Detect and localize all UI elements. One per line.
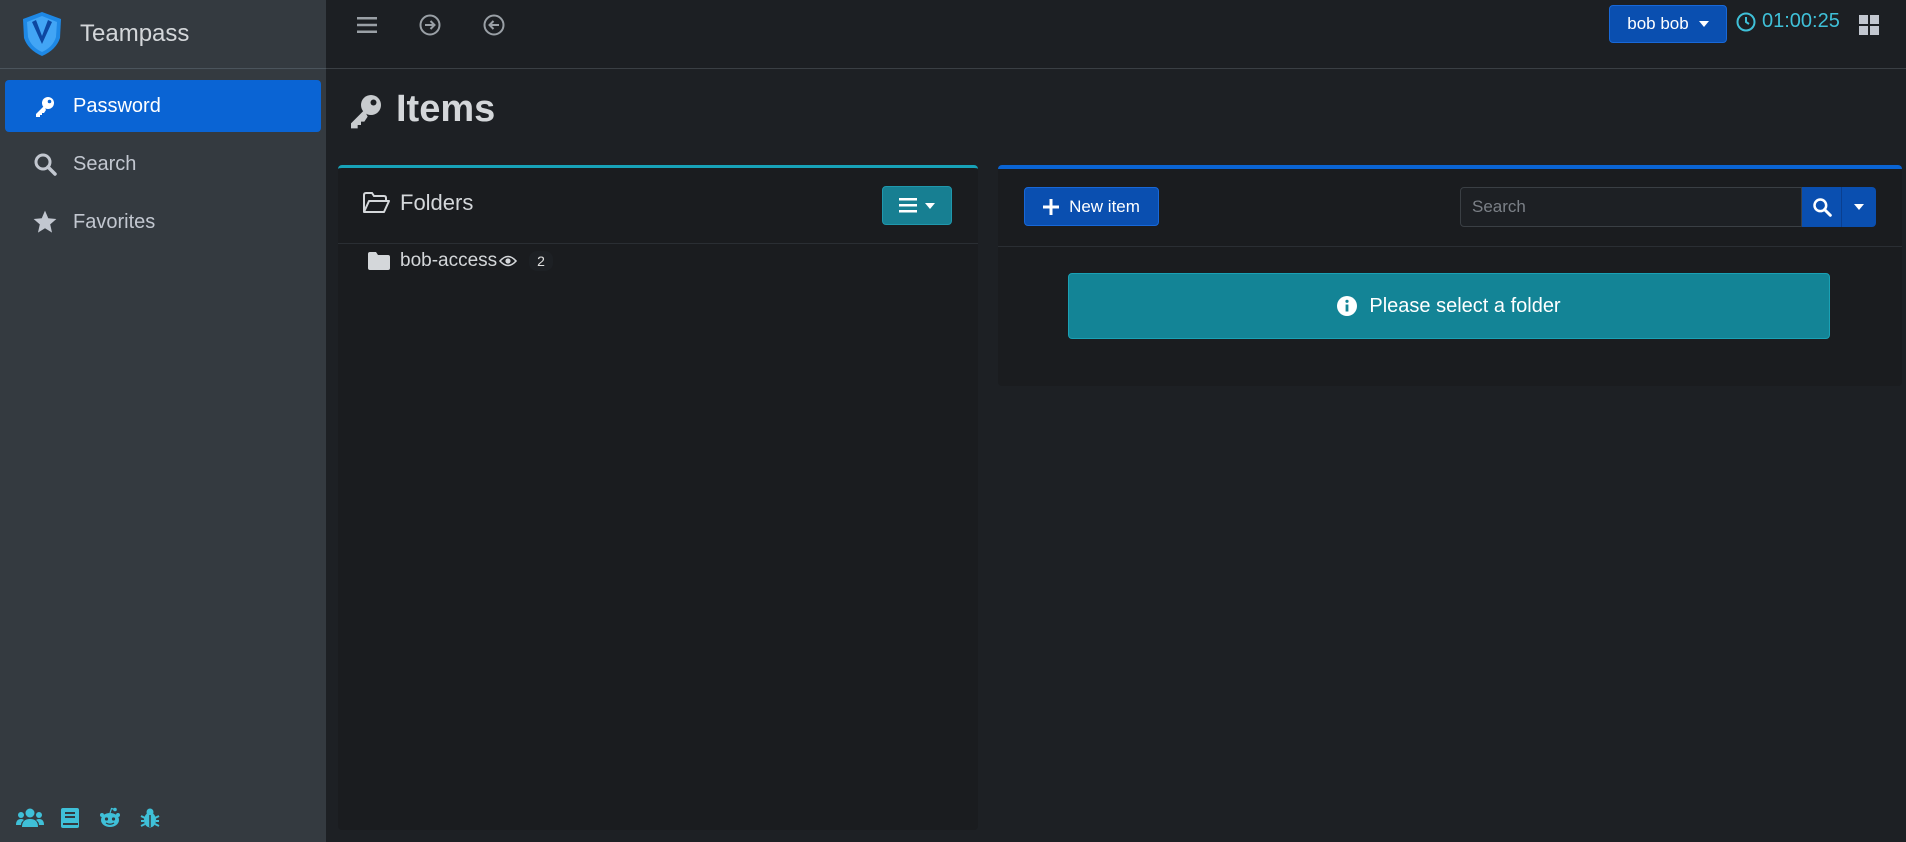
sidebar-item-favorites[interactable]: Favorites bbox=[5, 196, 321, 248]
select-folder-alert: Please select a folder bbox=[1068, 273, 1830, 339]
folder-icon bbox=[368, 252, 390, 270]
items-panel-header: New item bbox=[998, 169, 1902, 247]
sidebar-item-search[interactable]: Search bbox=[5, 138, 321, 190]
sidebar-nav: Password Search Favorites bbox=[0, 69, 326, 248]
users-icon[interactable] bbox=[16, 804, 44, 832]
session-timer-value: 01:00:25 bbox=[1762, 10, 1840, 32]
brand-name: Teampass bbox=[80, 20, 190, 47]
folder-tree-item[interactable]: bob-access 2 bbox=[368, 250, 553, 272]
info-circle-icon bbox=[1337, 296, 1358, 316]
folder-open-icon bbox=[363, 192, 390, 213]
folder-name: bob-access bbox=[400, 250, 498, 271]
page-header: Items bbox=[346, 88, 495, 131]
page-title: Items bbox=[396, 88, 496, 130]
folder-item-count: 2 bbox=[529, 251, 553, 271]
sidebar-item-password[interactable]: Password bbox=[5, 80, 321, 132]
star-icon bbox=[31, 208, 59, 236]
new-item-label: New item bbox=[1069, 196, 1140, 216]
menu-icon bbox=[899, 198, 917, 213]
folders-title-label: Folders bbox=[400, 190, 474, 215]
user-menu-button[interactable]: bob bob bbox=[1609, 5, 1727, 43]
search-options-button[interactable] bbox=[1842, 187, 1876, 227]
folders-title: Folders bbox=[362, 190, 473, 216]
search-input[interactable] bbox=[1460, 187, 1802, 227]
folders-menu-button[interactable] bbox=[882, 186, 952, 225]
sidebar-item-label: Password bbox=[73, 94, 161, 117]
sidebar-item-label: Favorites bbox=[73, 210, 156, 233]
search-button[interactable] bbox=[1802, 187, 1842, 227]
key-icon bbox=[31, 92, 59, 120]
arrow-left-circle-icon[interactable] bbox=[481, 12, 507, 38]
clock-icon bbox=[1736, 12, 1756, 31]
folders-panel-header: Folders bbox=[338, 168, 978, 244]
eye-icon bbox=[499, 255, 518, 267]
teampass-logo-icon bbox=[23, 12, 61, 56]
book-icon[interactable] bbox=[56, 804, 84, 832]
reddit-icon[interactable] bbox=[96, 804, 124, 832]
search-icon bbox=[1812, 198, 1832, 217]
plus-icon bbox=[1043, 198, 1060, 215]
search-icon bbox=[31, 150, 59, 178]
new-item-button[interactable]: New item bbox=[1024, 187, 1159, 226]
chevron-down-icon bbox=[1854, 204, 1864, 210]
user-menu-label: bob bob bbox=[1627, 14, 1689, 33]
apps-icon[interactable] bbox=[1858, 14, 1880, 36]
folders-panel: Folders bob-access 2 bbox=[338, 165, 978, 830]
chevron-down-icon bbox=[1698, 21, 1709, 27]
sidebar-footer bbox=[16, 804, 164, 832]
bug-icon[interactable] bbox=[136, 804, 164, 832]
key-icon bbox=[351, 94, 381, 128]
menu-icon[interactable] bbox=[354, 12, 380, 38]
brand[interactable]: Teampass bbox=[0, 0, 326, 69]
session-timer[interactable]: 01:00:25 bbox=[1736, 10, 1840, 33]
sidebar: Teampass Password Search Favorites bbox=[0, 0, 326, 842]
items-panel: New item Please select a folder bbox=[998, 165, 1902, 386]
topbar: bob bob 01:00:25 bbox=[326, 0, 1906, 69]
sidebar-item-label: Search bbox=[73, 152, 137, 175]
select-folder-message: Please select a folder bbox=[1369, 294, 1561, 317]
arrow-right-circle-icon[interactable] bbox=[417, 12, 443, 38]
chevron-down-icon bbox=[925, 202, 935, 209]
